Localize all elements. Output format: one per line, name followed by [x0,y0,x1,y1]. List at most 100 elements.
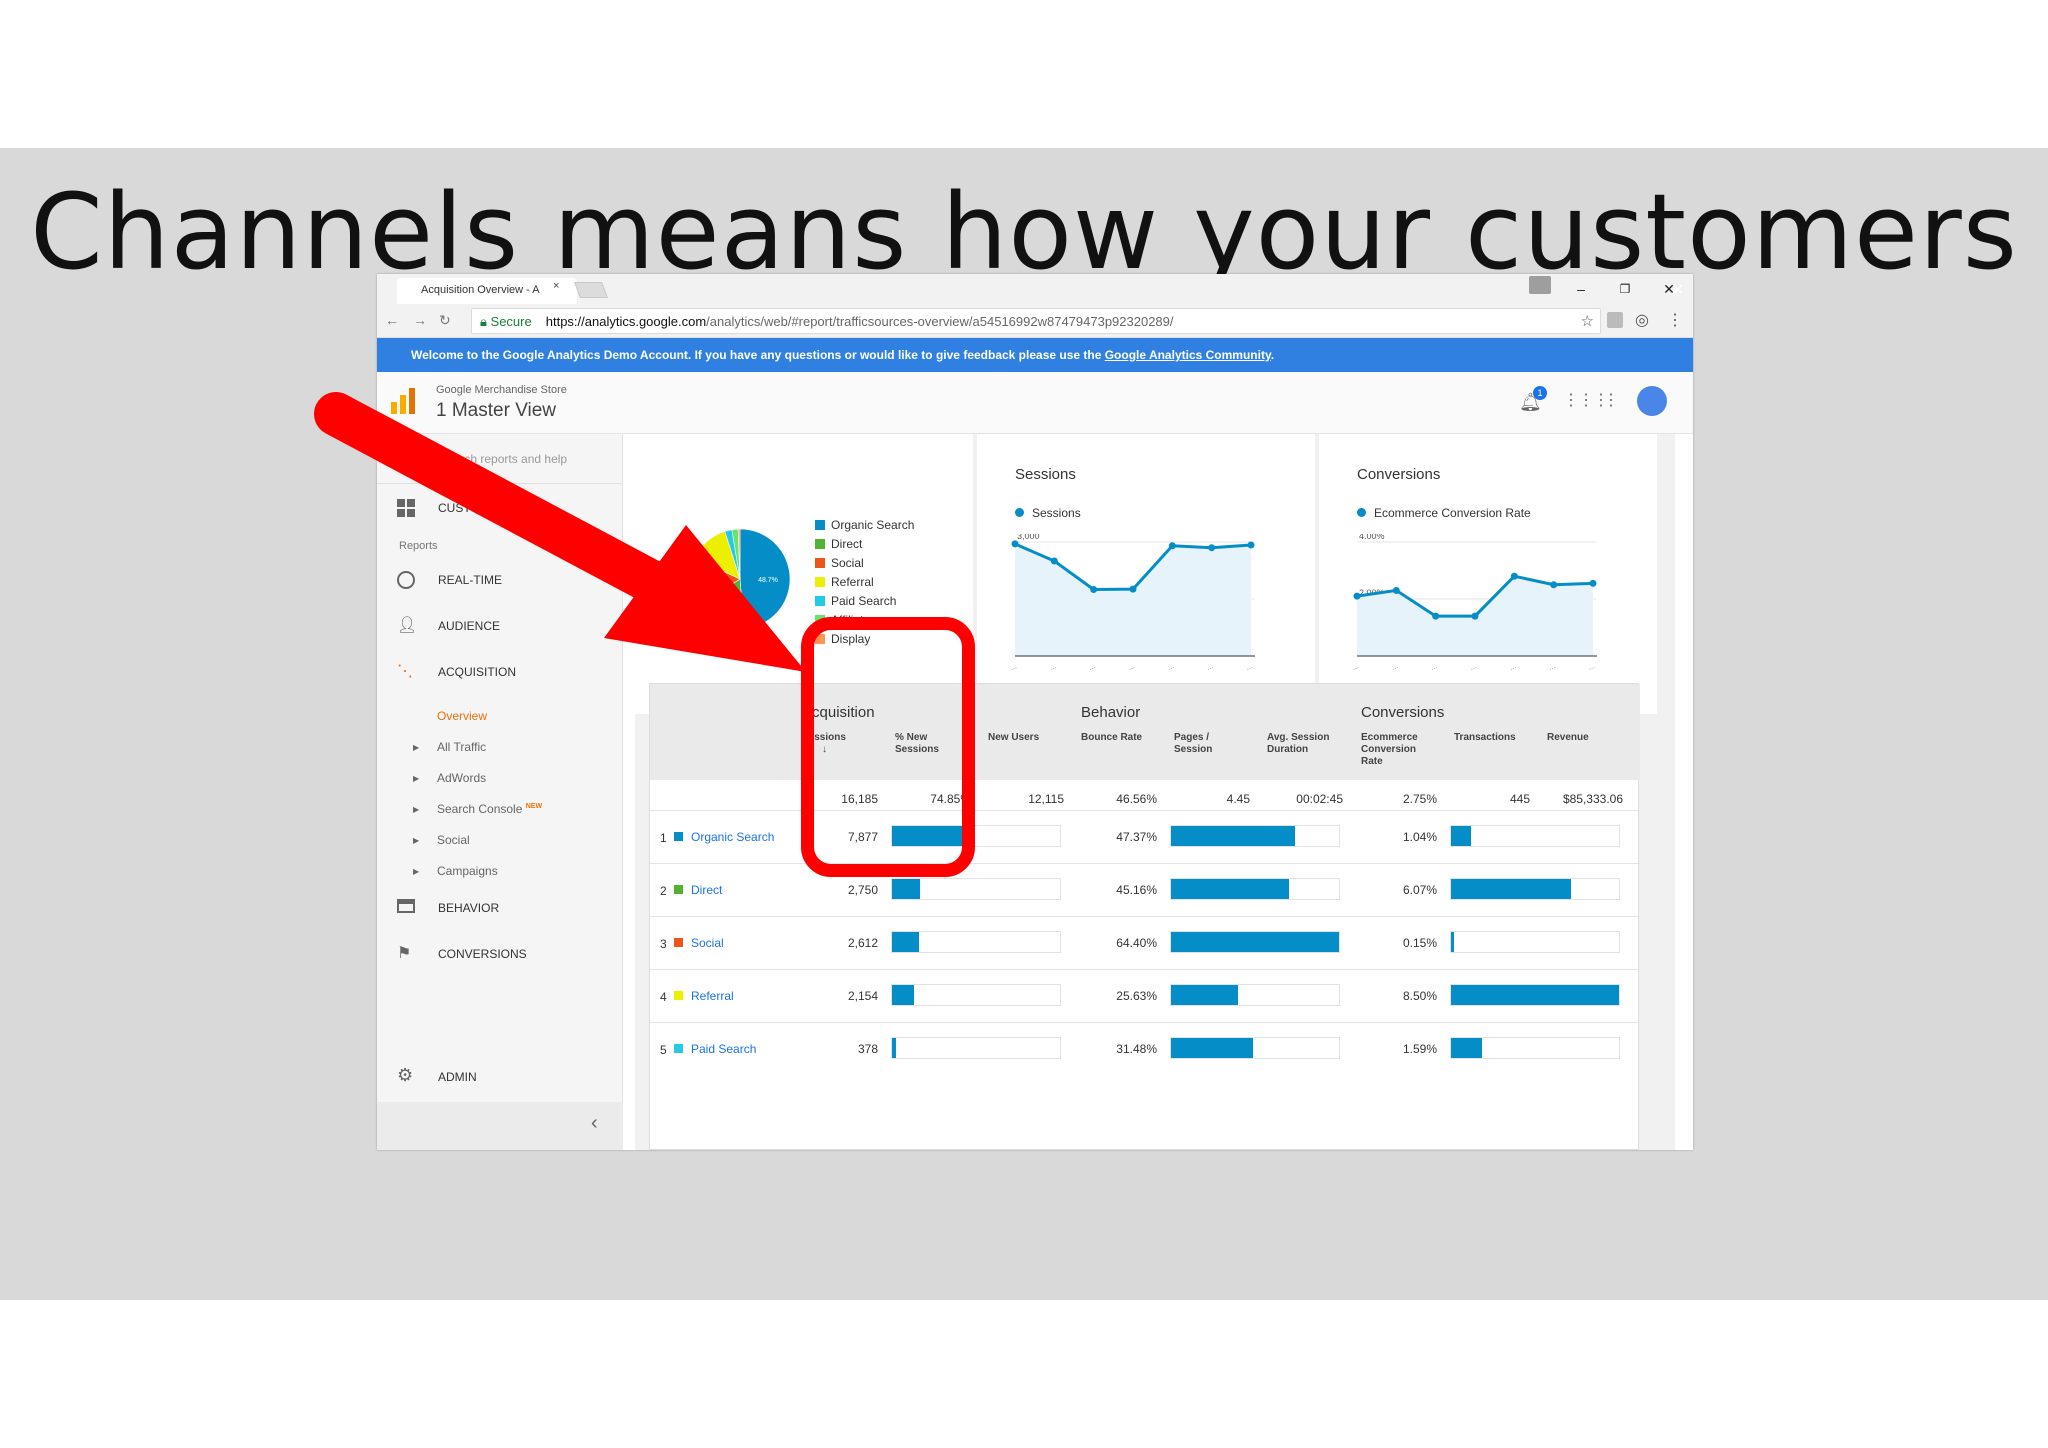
col-transactions[interactable]: Transactions [1454,732,1524,744]
sidebar-item-campaigns[interactable]: Campaigns [437,864,498,878]
sidebar-label: ADMIN [438,1070,477,1084]
bounce-rate-bar [1170,984,1340,1006]
community-link[interactable]: Google Analytics Community [1105,348,1271,362]
view-selector[interactable]: 1 Master View [436,400,556,422]
url-field[interactable]: 🔒︎ Secure https://analytics.google.com/an… [471,308,1601,334]
collapse-chevron-icon[interactable]: ‹ [591,1112,598,1135]
pie-label-organic: 48.7% [758,577,778,584]
forward-icon[interactable]: → [413,312,427,328]
sidebar-item-behavior[interactable]: BEHAVIOR [377,888,623,928]
channel-swatch [674,1044,683,1053]
legend-label: Social [831,556,864,570]
ecommerce-rate-value: 0.15% [1402,936,1437,950]
total-revenue: $85,333.06 [1562,792,1623,806]
data-point [1247,541,1255,549]
channel-swatch [674,938,683,947]
sidebar-label: AUDIENCE [438,619,501,633]
sidebar-item-overview[interactable]: Overview [437,709,487,723]
sidebar-item-adwords[interactable]: AdWords [437,771,486,785]
data-point [1050,557,1058,565]
extension-target-icon[interactable]: ◎ [1635,310,1649,330]
bounce-rate-bar-fill [1171,932,1339,952]
col-ecommerce-rate[interactable]: Ecommerce Conversion Rate [1361,732,1427,768]
row-index: 5 [660,1043,667,1057]
pie-label-social: 16.1% [702,579,722,586]
x-tick-label: ... [1245,661,1254,672]
sessions-legend: Sessions [1015,506,1081,520]
legend-label: Ecommerce Conversion Rate [1374,506,1531,520]
sessions-bar-fill [892,1038,896,1058]
sidebar-search[interactable]: ⌕ Search reports and help [377,434,623,484]
new-badge: NEW [525,803,543,810]
acquisition-branch-icon: ⋱ [397,663,413,680]
sidebar-item-admin[interactable]: ⚙ ADMIN [377,1057,623,1097]
reload-icon[interactable]: ↻ [439,312,451,329]
apps-grid-icon[interactable]: ⋮⋮⋮ [1563,390,1609,410]
restore-button[interactable]: ❐ [1605,278,1645,300]
back-icon[interactable]: ← [385,312,399,328]
col-avg-duration[interactable]: Avg. Session Duration [1267,732,1335,756]
channel-link[interactable]: Referral [691,989,734,1003]
col-revenue[interactable]: Revenue [1547,732,1617,744]
tab-title: Acquisition Overview - A [421,284,540,296]
browser-menu-icon[interactable]: ⋮ [1667,310,1683,330]
analytics-logo-icon[interactable] [391,388,415,414]
ecommerce-rate-bar [1450,984,1620,1006]
account-name[interactable]: Google Merchandise Store [436,384,567,396]
sidebar-label: CUSTOMIZATION [438,501,537,515]
sidebar-item-realtime[interactable]: REAL-TIME [377,560,623,600]
sidebar-item-customization[interactable]: CUSTOMIZATION [377,488,623,528]
pie-label-direct: 17% [719,607,733,614]
extension-icon[interactable] [1607,312,1623,328]
main-content: 48.7% 16.1% 17% Organic Search Direct So… [635,434,1675,1150]
gear-icon: ⚙ [397,1065,414,1085]
sidebar-item-all-traffic[interactable]: All Traffic [437,740,486,754]
sidebar-item-social[interactable]: Social [437,833,470,847]
sidebar-label: ACQUISITION [438,665,517,679]
dashboard-grid-icon [397,499,415,517]
total-transactions: 445 [1509,792,1530,806]
profile-icon[interactable] [1529,276,1551,294]
welcome-banner: Welcome to the Google Analytics Demo Acc… [377,338,1693,372]
channel-link[interactable]: Direct [691,883,722,897]
row-index: 3 [660,937,667,951]
data-point [1353,592,1361,600]
data-point [1550,581,1558,589]
x-tick-label: ... [1011,661,1018,672]
x-tick-label: ... [1127,661,1136,672]
sidebar-item-conversions[interactable]: ⚑ CONVERSIONS [377,934,623,974]
channel-link[interactable]: Paid Search [691,1042,756,1056]
sidebar-item-acquisition[interactable]: ⋱ ACQUISITION [377,652,623,692]
user-avatar[interactable] [1637,386,1667,416]
bookmark-star-icon[interactable]: ☆ [1581,312,1594,330]
sidebar-item-search-console[interactable]: Search Console NEW [437,802,542,816]
channel-link[interactable]: Social [691,936,724,950]
tab-close-icon[interactable]: × [553,280,559,292]
minimize-button[interactable]: – [1561,278,1601,300]
sessions-value: 2,154 [847,989,878,1003]
sessions-bar [891,984,1061,1006]
sidebar-item-audience[interactable]: 👤︎ AUDIENCE [377,606,623,646]
channel-link[interactable]: Organic Search [691,830,774,844]
conversions-card: Conversions Ecommerce Conversion Rate 4.… [1319,434,1657,714]
browser-tab[interactable]: Acquisition Overview - A [397,278,577,304]
sessions-bar [891,1037,1061,1059]
ecommerce-rate-value: 1.04% [1402,830,1437,844]
bounce-rate-value: 45.16% [1116,883,1157,897]
ecommerce-rate-bar-fill [1451,932,1455,952]
col-new-users[interactable]: New Users [988,732,1048,744]
more-options-icon[interactable]: ⋮ [1603,390,1619,410]
col-bounce-rate[interactable]: Bounce Rate [1081,732,1147,744]
data-point [1589,579,1597,587]
banner-close-icon[interactable]: ✕ [1671,280,1684,300]
ecommerce-rate-bar-fill [1451,879,1571,899]
channel-swatch [674,991,683,1000]
bounce-rate-value: 25.63% [1116,989,1157,1003]
search-input[interactable]: Search reports and help [439,452,567,466]
ecommerce-rate-value: 8.50% [1402,989,1437,1003]
channels-pie-chart: 48.7% 16.1% 17% [689,528,791,630]
col-pages-session[interactable]: Pages / Session [1174,732,1220,756]
new-tab-button[interactable] [574,282,608,298]
legend-swatch [815,596,825,606]
x-tick-label: ... [1390,661,1399,672]
